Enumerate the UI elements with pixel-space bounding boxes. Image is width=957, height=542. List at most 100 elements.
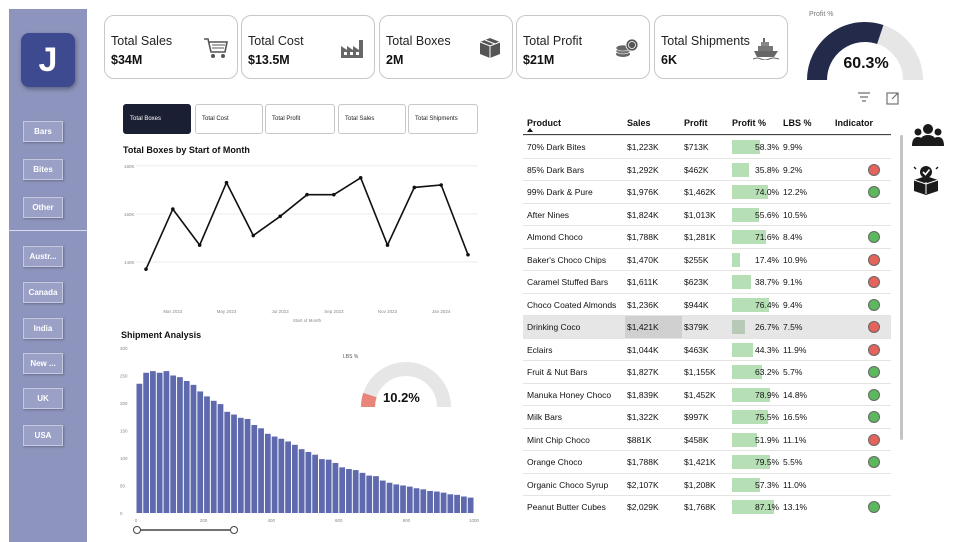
histogram-bar[interactable] [224,411,231,513]
histogram-bar[interactable] [271,436,278,513]
histogram-bar[interactable] [143,372,150,513]
tab-total-shipments[interactable]: Total Shipments [408,104,478,134]
histogram-bar[interactable] [359,472,366,513]
country-button-6[interactable]: USA [23,425,63,446]
country-button-1[interactable]: Austr... [23,246,63,267]
histogram-bar[interactable] [190,384,197,513]
filter-button-other[interactable]: Other [23,197,63,218]
histogram-bar[interactable] [217,404,224,513]
histogram-bar[interactable] [319,459,325,513]
range-slider-handle-end[interactable] [230,526,238,534]
table-row[interactable]: Fruit & Nut Bars $1,827K $1,155K 63.2% 5.7% [523,360,891,383]
line-point[interactable] [171,207,175,211]
column-header-indicator[interactable]: Indicator [835,118,873,128]
table-row[interactable]: Organic Choco Syrup $2,107K $1,208K 57.3% 11… [523,472,891,496]
table-row[interactable]: Baker's Choco Chips $1,470K $255K 17.4% 10.9… [523,247,891,271]
histogram-bar[interactable] [386,482,393,513]
line-point[interactable] [332,192,336,197]
line-point[interactable] [197,243,202,247]
histogram-bar[interactable] [366,475,373,513]
histogram-bar[interactable] [244,418,251,513]
histogram-bar[interactable] [285,441,291,514]
table-row[interactable]: After Nines $1,824K $1,013K 55.6% 10.5% [523,202,891,226]
histogram-bar[interactable] [305,451,312,513]
table-row[interactable]: Almond Choco $1,788K $1,281K 71.6% 8.4% [523,225,891,248]
histogram-bar[interactable] [413,488,420,513]
histogram-bar[interactable] [393,484,400,513]
histogram-bar[interactable] [433,491,440,513]
table-row[interactable]: Mint Chip Choco $881K $458K 51.9% 11.1% [523,427,891,451]
column-header-lbs[interactable]: LBS % [783,118,812,128]
line-point[interactable] [385,243,390,247]
country-button-5[interactable]: UK [23,388,63,409]
histogram-bar[interactable] [258,428,264,513]
histogram-bar[interactable] [150,371,156,513]
histogram-bar[interactable] [156,372,163,513]
filter-button-bites[interactable]: Bites [23,159,63,180]
table-row[interactable]: Milk Bars $1,322K $997K 75.5% 16.5% [523,405,891,428]
histogram-bar[interactable] [264,433,271,513]
column-header-profit[interactable]: Profit [684,118,708,128]
histogram-bar[interactable] [210,400,217,513]
tab-total-profit[interactable]: Total Profit [265,104,335,134]
histogram-bar[interactable] [237,417,244,513]
focus-mode-icon[interactable] [886,91,900,105]
line-point[interactable] [439,183,443,187]
histogram-bar[interactable] [406,486,413,513]
box-check-icon[interactable] [912,163,940,195]
histogram-bar[interactable] [460,496,467,514]
line-point[interactable] [144,267,148,271]
table-row[interactable]: 99% Dark & Pure $1,976K $1,462K 74.0% 12.2% [523,180,891,203]
people-group-icon[interactable] [912,122,944,150]
histogram-bar[interactable] [204,396,210,513]
column-header-product[interactable]: Product [527,118,561,128]
country-button-3[interactable]: India [23,318,63,339]
range-slider-handle-start[interactable] [133,526,141,534]
histogram-bar[interactable] [332,462,339,513]
table-row[interactable]: Caramel Stuffed Bars $1,611K $623K 38.7% 9.1… [523,270,891,293]
histogram-bar[interactable] [278,438,285,513]
line-point[interactable] [305,192,309,197]
line-point[interactable] [251,233,256,238]
histogram-bar[interactable] [346,469,352,513]
line-point[interactable] [278,214,282,219]
country-button-4[interactable]: New ... [23,353,63,374]
histogram-bar[interactable] [170,375,177,514]
histogram-bar[interactable] [420,489,427,513]
line-point[interactable] [412,185,417,190]
column-header-sales[interactable]: Sales [627,118,651,128]
table-row[interactable]: 85% Dark Bars $1,292K $462K 35.8% 9.2% [523,157,891,181]
histogram-bar[interactable] [197,391,204,513]
histogram-bar[interactable] [163,371,170,513]
histogram-bar[interactable] [298,449,305,513]
histogram-bar[interactable] [427,491,433,513]
histogram-bar[interactable] [177,377,183,513]
table-row[interactable]: Drinking Coco $1,421K $379K 26.7% 7.5% [523,315,891,338]
filter-icon[interactable] [857,91,871,103]
histogram-bar[interactable] [291,444,298,513]
table-row[interactable]: Orange Choco $1,788K $1,421K 79.5% 5.5% [523,450,891,473]
column-header-profit[interactable]: Profit % [732,118,766,128]
histogram-bar[interactable] [231,414,237,513]
filter-button-bars[interactable]: Bars [23,121,63,142]
histogram-bar[interactable] [136,383,143,513]
table-row[interactable]: Choco Coated Almonds $1,236K $944K 76.4% 9.4… [523,292,891,316]
histogram-bar[interactable] [400,485,406,514]
histogram-bar[interactable] [339,467,346,513]
sort-ascending-icon[interactable] [527,128,533,132]
histogram-bar[interactable] [183,381,190,513]
histogram-bar[interactable] [325,459,332,513]
histogram-bar[interactable] [440,492,447,513]
tab-total-cost[interactable]: Total Cost [195,104,263,134]
histogram-bar[interactable] [312,454,319,513]
histogram-bar[interactable] [373,476,379,513]
table-scrollbar[interactable] [900,135,903,440]
line-point[interactable] [466,252,470,257]
tab-total-boxes[interactable]: Total Boxes [123,104,191,134]
table-row[interactable]: Eclairs $1,044K $463K 44.3% 11.9% [523,337,891,361]
histogram-bar[interactable] [454,494,460,513]
table-row[interactable]: Manuka Honey Choco $1,839K $1,452K 78.9% 14.… [523,382,891,406]
tab-total-sales[interactable]: Total Sales [338,104,406,134]
histogram-bar[interactable] [447,494,454,513]
histogram-bar[interactable] [251,425,258,513]
